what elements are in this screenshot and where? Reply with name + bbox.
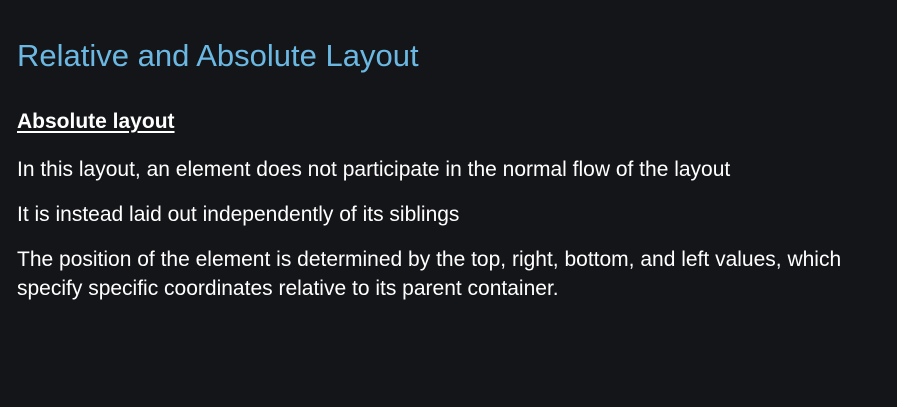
slide: Relative and Absolute Layout Absolute la… — [0, 0, 897, 407]
slide-title: Relative and Absolute Layout — [17, 38, 419, 73]
section-heading: Absolute layout — [17, 110, 175, 133]
paragraph-siblings: It is instead laid out independently of … — [17, 203, 460, 226]
paragraph-position: The position of the element is determine… — [17, 248, 842, 300]
paragraph-normal-flow: In this layout, an element does not part… — [17, 158, 731, 181]
